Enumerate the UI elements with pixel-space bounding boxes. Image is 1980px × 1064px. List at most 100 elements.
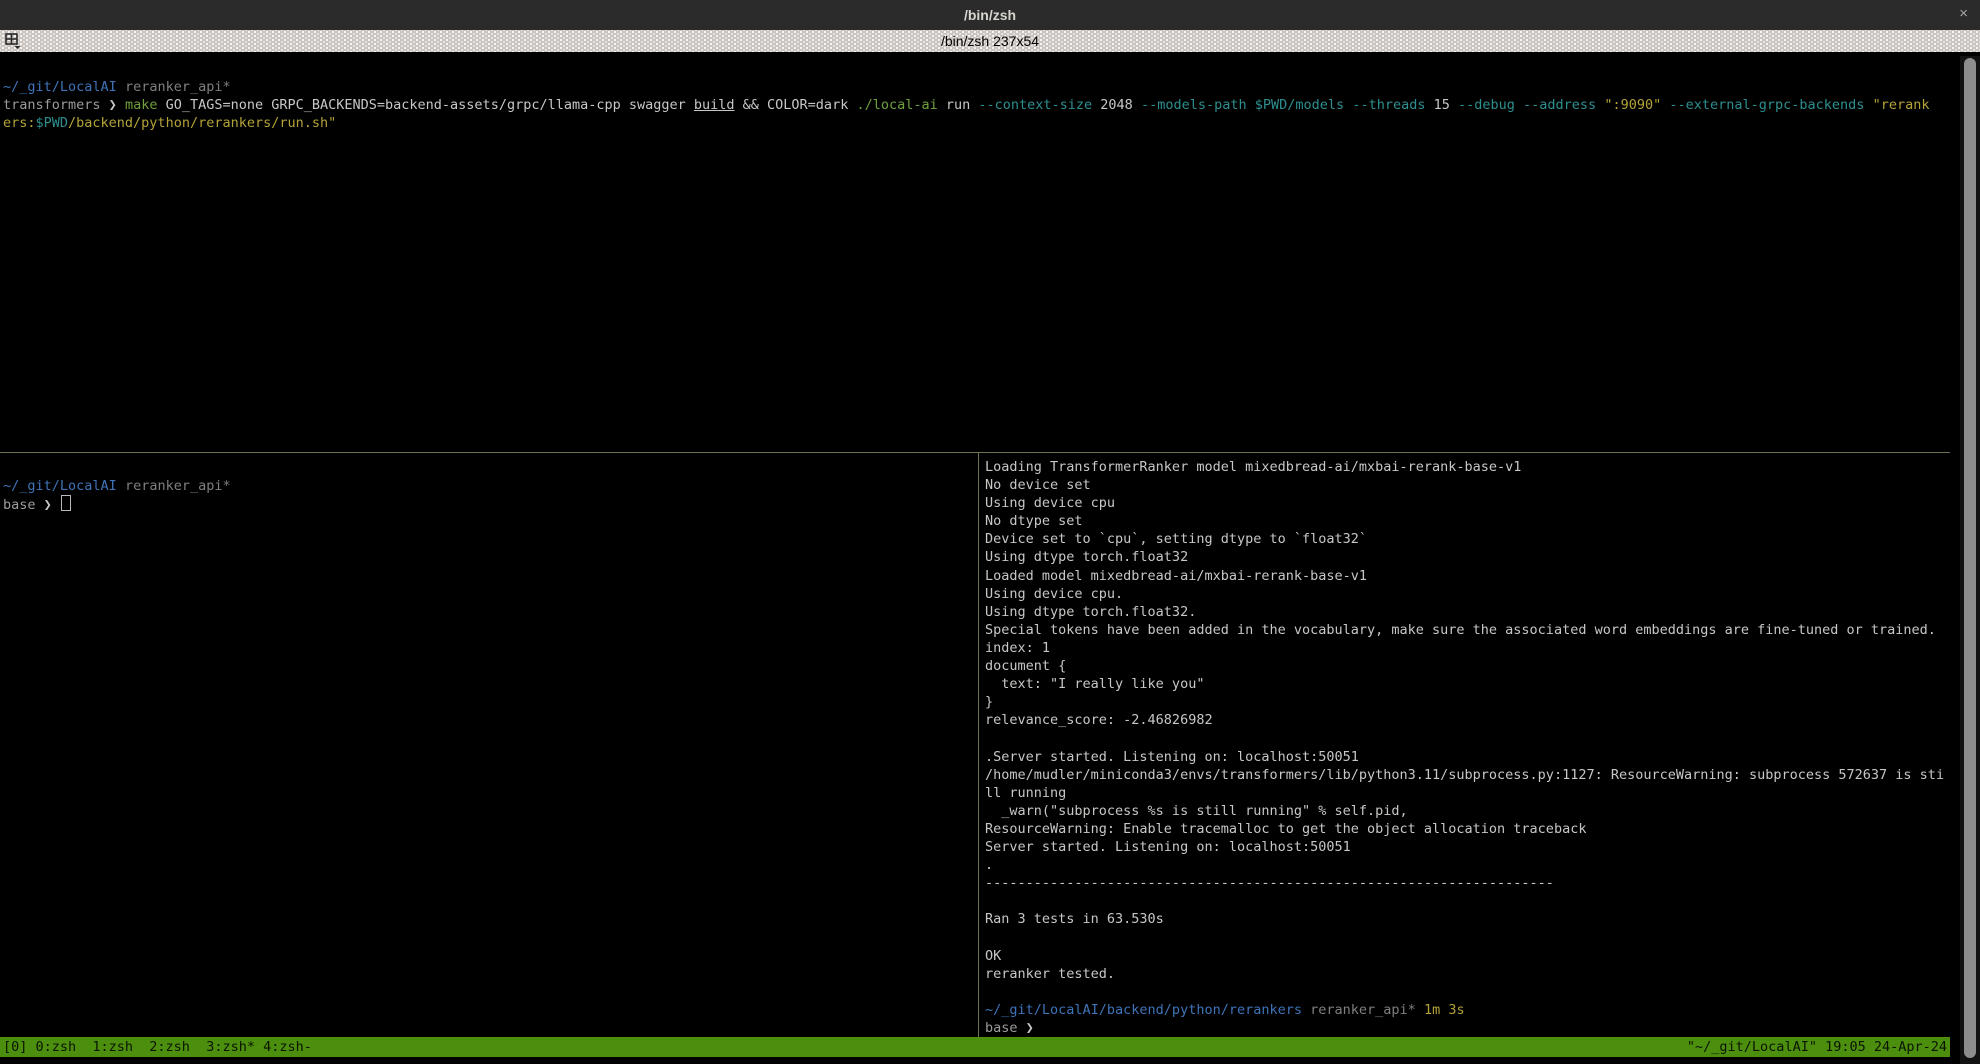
pane-border-vertical[interactable] (978, 453, 979, 1037)
terminal-text: Using dtype torch.float32. (985, 604, 1196, 620)
terminal-line: reranker tested. (985, 965, 1947, 983)
terminal-line (985, 928, 1947, 946)
terminal-text: && COLOR=dark (735, 97, 857, 113)
terminal-text: ❯ (1026, 1020, 1034, 1036)
terminal-text: /backend/python/rerankers/run.sh" (68, 115, 336, 131)
terminal-line: } (985, 693, 1947, 711)
terminal-line (985, 729, 1947, 747)
terminal-text: 2048 (1092, 97, 1141, 113)
terminal-line (3, 60, 1947, 78)
terminal-line: Ran 3 tests in 63.530s (985, 910, 1947, 928)
terminal-text: build (694, 97, 735, 113)
terminal-text: .Server started. Listening on: localhost… (985, 749, 1359, 765)
terminal-text: Using device cpu (985, 495, 1115, 511)
terminal-text: base (985, 1020, 1026, 1036)
terminal-area[interactable]: ~/_git/LocalAI reranker_api*transformers… (0, 52, 1980, 1064)
terminal-text: reranker tested. (985, 966, 1115, 982)
terminal-text (117, 478, 125, 494)
terminal-text: "rerank (1873, 97, 1930, 113)
tmux-window-list[interactable]: [0] 0:zsh 1:zsh 2:zsh 3:zsh* 4:zsh- (3, 1039, 312, 1055)
window-titlebar[interactable]: /bin/zsh × (0, 0, 1980, 30)
terminal-line: Using device cpu (985, 494, 1947, 512)
pane-top[interactable]: ~/_git/LocalAI reranker_api*transformers… (3, 60, 1947, 450)
terminal-text: ":9090" (1604, 97, 1661, 113)
terminal-line: ----------------------------------------… (985, 874, 1947, 892)
terminal-line: ~/_git/LocalAI/backend/python/rerankers … (985, 1001, 1947, 1019)
terminal-text: No device set (985, 477, 1091, 493)
terminal-line: Using device cpu. (985, 585, 1947, 603)
terminal-line: base ❯ (3, 495, 975, 513)
terminal-line: Special tokens have been added in the vo… (985, 621, 1947, 639)
terminal-line: ll running (985, 784, 1947, 802)
terminal-text: --external-grpc-backends (1669, 97, 1864, 113)
terminal-line: index: 1 (985, 639, 1947, 657)
terminal-line: . (985, 856, 1947, 874)
terminal-text: } (985, 694, 993, 710)
terminal-line: text: "I really like you" (985, 675, 1947, 693)
terminal-line: ers:$PWD/backend/python/rerankers/run.sh… (3, 114, 1947, 132)
terminal-line: Loading TransformerRanker model mixedbre… (985, 458, 1947, 476)
terminal-line: document { (985, 657, 1947, 675)
terminal-line (985, 983, 1947, 1001)
terminal-text (1416, 1002, 1424, 1018)
terminal-line: transformers ❯ make GO_TAGS=none GRPC_BA… (3, 96, 1947, 114)
terminal-text (117, 79, 125, 95)
terminal-text: /home/mudler/miniconda3/envs/transformer… (985, 767, 1944, 783)
terminal-text: --threads (1352, 97, 1425, 113)
terminal-line: Using dtype torch.float32 (985, 548, 1947, 566)
terminal-line (3, 459, 975, 477)
terminal-text: --context-size (978, 97, 1092, 113)
terminal-line: Server started. Listening on: localhost:… (985, 838, 1947, 856)
terminal-text: Special tokens have been added in the vo… (985, 622, 1936, 638)
terminal-line: Using dtype torch.float32. (985, 603, 1947, 621)
terminal-text: Device set to `cpu`, setting dtype to `f… (985, 531, 1367, 547)
terminal-text: * (222, 79, 230, 95)
scrollbar[interactable] (1960, 56, 1980, 1064)
terminal-text: * (222, 478, 230, 494)
text-cursor (61, 495, 71, 511)
terminal-text (1864, 97, 1872, 113)
tmux-status-right: "~/_git/LocalAI" 19:05 24-Apr-24 (1687, 1039, 1947, 1055)
terminal-text: 15 (1425, 97, 1458, 113)
terminal-line: ~/_git/LocalAI reranker_api* (3, 477, 975, 495)
terminal-line: _warn("subprocess %s is still running" %… (985, 802, 1947, 820)
scrollbar-thumb[interactable] (1964, 58, 1976, 1058)
terminal-window: /bin/zsh × /bin/zsh 237x54 ~/_git/LocalA… (0, 0, 1980, 1064)
terminal-text: document { (985, 658, 1066, 674)
layout-grid-icon[interactable] (5, 33, 22, 52)
terminal-text: * (1408, 1002, 1416, 1018)
terminal-text: relevance_score: -2.46826982 (985, 712, 1213, 728)
terminal-text: Loading TransformerRanker model mixedbre… (985, 459, 1521, 475)
terminal-text: index: 1 (985, 640, 1050, 656)
terminal-text: _warn("subprocess %s is still running" %… (985, 803, 1408, 819)
terminal-text: reranker_api (125, 478, 223, 494)
terminal-line: No dtype set (985, 512, 1947, 530)
tmux-status-bar: [0] 0:zsh 1:zsh 2:zsh 3:zsh* 4:zsh- "~/_… (0, 1037, 1950, 1057)
close-icon[interactable]: × (1959, 5, 1968, 22)
terminal-line: relevance_score: -2.46826982 (985, 711, 1947, 729)
pane-bottom-left[interactable]: ~/_git/LocalAI reranker_api*base ❯ (3, 459, 975, 1037)
terminal-text: text: "I really like you" (985, 676, 1204, 692)
terminal-text (1515, 97, 1523, 113)
terminal-text: ❯ (44, 497, 60, 513)
terminal-text: ~/_git/LocalAI (3, 79, 117, 95)
terminal-line: Loaded model mixedbread-ai/mxbai-rerank-… (985, 567, 1947, 585)
terminal-line: No device set (985, 476, 1947, 494)
terminal-line: .Server started. Listening on: localhost… (985, 748, 1947, 766)
terminal-text (1247, 97, 1255, 113)
terminal-text: $PWD/models (1255, 97, 1344, 113)
terminal-text: Ran 3 tests in 63.530s (985, 911, 1164, 927)
terminal-text: ----------------------------------------… (985, 875, 1554, 891)
terminal-text: ~/_git/LocalAI (3, 478, 117, 494)
terminal-text: --address (1523, 97, 1596, 113)
pane-border-horizontal[interactable] (0, 452, 1950, 453)
terminal-text: reranker_api (1310, 1002, 1408, 1018)
pane-bottom-right[interactable]: Loading TransformerRanker model mixedbre… (985, 458, 1947, 1037)
terminal-text: transformers (3, 97, 109, 113)
terminal-text: GO_TAGS=none GRPC_BACKENDS=backend-asset… (157, 97, 693, 113)
terminal-line: /home/mudler/miniconda3/envs/transformer… (985, 766, 1947, 784)
terminal-text: reranker_api (125, 79, 223, 95)
terminal-text: make (125, 97, 158, 113)
terminal-line (985, 892, 1947, 910)
terminal-text: Server started. Listening on: localhost:… (985, 839, 1351, 855)
